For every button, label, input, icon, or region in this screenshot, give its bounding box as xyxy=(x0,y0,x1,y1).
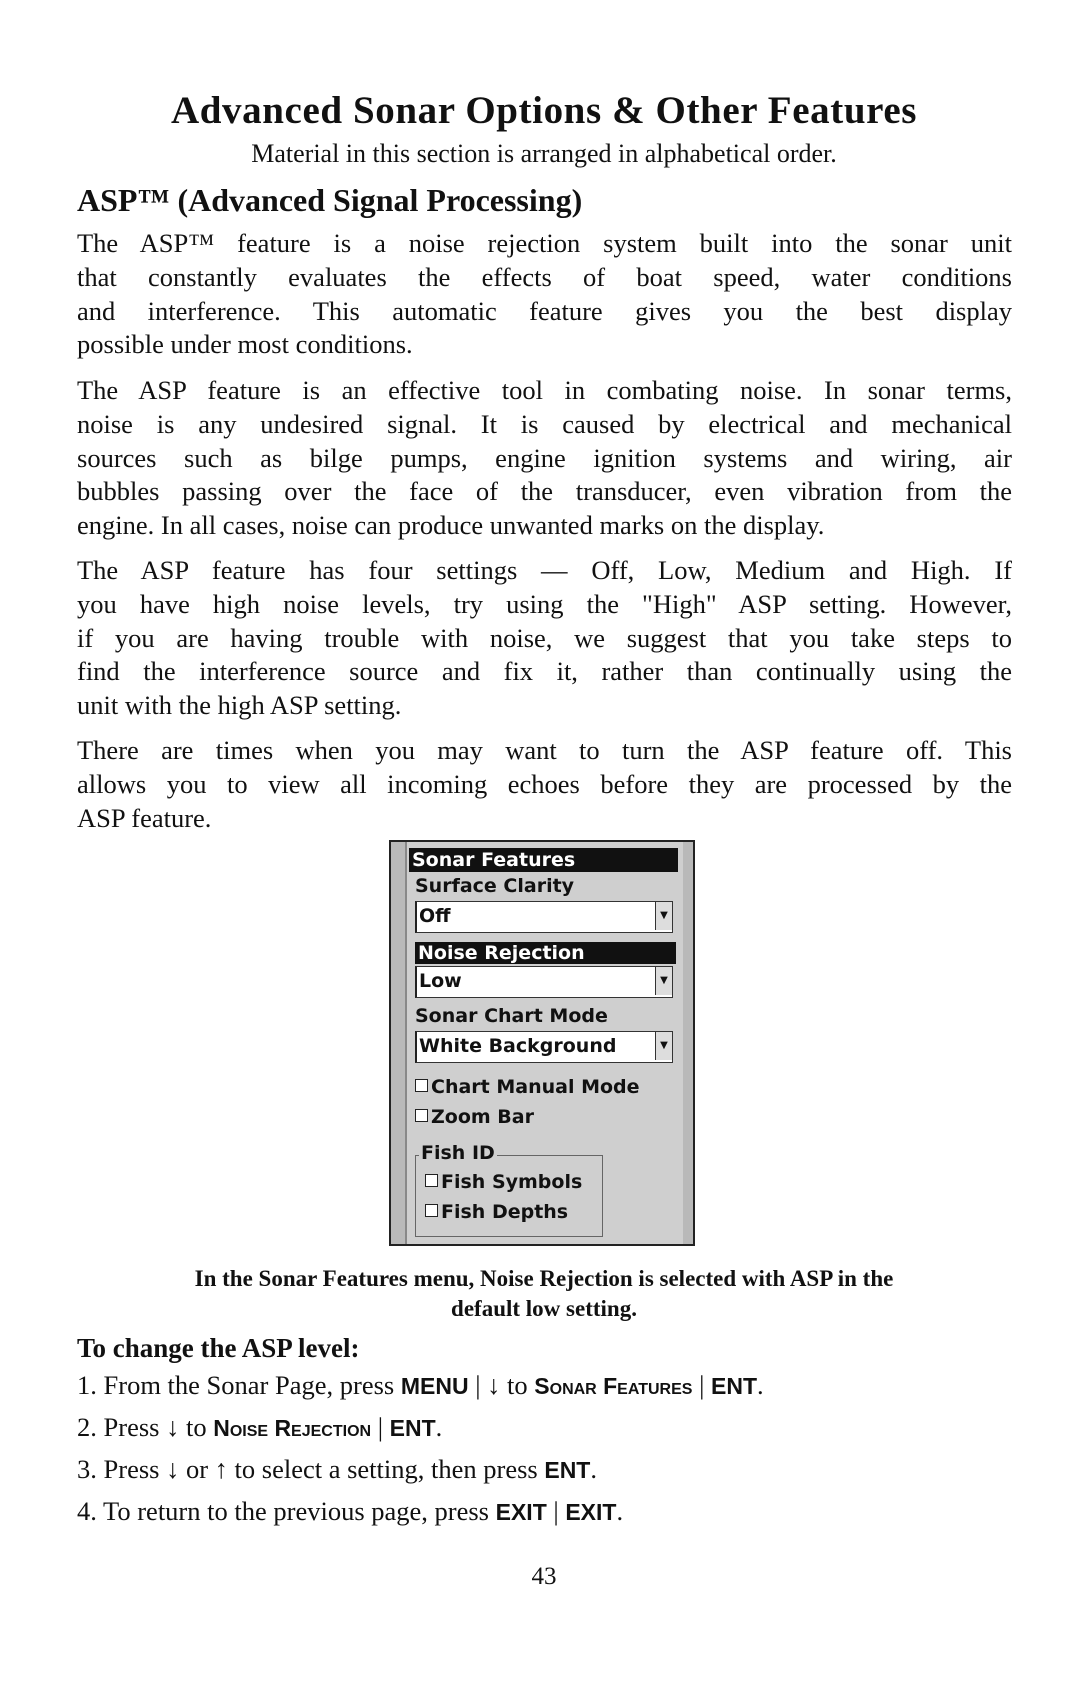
key-exit: EXIT xyxy=(565,1499,617,1525)
text-line: There are times when you may want to tur… xyxy=(77,735,1012,765)
steps-heading: To change the ASP level: xyxy=(77,1333,360,1363)
key-menu: MENU xyxy=(400,1373,469,1399)
menu-title-bar: Sonar Features xyxy=(409,848,678,872)
zoom-bar-checkbox[interactable]: Zoom Bar xyxy=(415,1106,534,1128)
chart-mode-dropdown[interactable]: White Background ▼ xyxy=(415,1031,673,1063)
text-line: noise is any undesired signal. It is cau… xyxy=(77,408,1012,439)
step-text: to select a setting, then press xyxy=(227,1454,545,1484)
paragraph-4: There are times when you may want to tur… xyxy=(77,734,1012,835)
checkbox-icon xyxy=(425,1204,438,1217)
key-ent: ENT xyxy=(389,1415,436,1441)
checkbox-icon xyxy=(425,1174,438,1187)
checkbox-icon xyxy=(415,1109,428,1122)
chart-mode-label: Sonar Chart Mode xyxy=(415,1005,608,1027)
up-arrow-icon: ↑ xyxy=(214,1454,228,1484)
text-line: if you are having trouble with noise, we… xyxy=(77,622,1012,653)
step-text: 3. Press xyxy=(77,1454,167,1484)
step-text: . xyxy=(590,1454,597,1484)
page-subtitle: Material in this section is arranged in … xyxy=(251,139,837,168)
step-text: 1. From the Sonar Page, press xyxy=(77,1370,401,1400)
checkbox-label: Fish Depths xyxy=(441,1201,569,1223)
step-text: to xyxy=(179,1412,214,1442)
key-ent: ENT xyxy=(711,1373,757,1399)
text-line: sources such as bilge pumps, engine igni… xyxy=(77,442,1012,473)
text-line: allows you to view all incoming echoes b… xyxy=(77,768,1012,799)
text-line: that constantly evaluates the effects of… xyxy=(77,261,1012,292)
dropdown-value: Off xyxy=(419,905,451,927)
step-text: or xyxy=(179,1454,215,1484)
step-4: 4. To return to the previous page, press… xyxy=(77,1496,623,1527)
caption-line: In the Sonar Features menu, Noise Reject… xyxy=(194,1266,894,1291)
step-text: 2. Press xyxy=(77,1412,167,1442)
text-line: and interference. This automatic feature… xyxy=(77,295,1012,326)
text-line: engine. In all cases, noise can produce … xyxy=(77,510,825,541)
chevron-down-icon: ▼ xyxy=(655,902,672,930)
fish-symbols-checkbox[interactable]: Fish Symbols xyxy=(425,1171,582,1193)
separator: | xyxy=(371,1412,390,1442)
menu-panel: Sonar Features Surface Clarity Off ▼ Noi… xyxy=(405,842,683,1244)
menu-sonar-features: Sonar Features xyxy=(534,1373,693,1399)
separator: | xyxy=(468,1370,488,1400)
checkbox-label: Zoom Bar xyxy=(431,1106,534,1128)
paragraph-3: The ASP feature has four settings — Off,… xyxy=(77,554,1012,723)
text-line: The ASP feature has four settings — Off,… xyxy=(77,555,1012,585)
down-arrow-icon: ↓ xyxy=(487,1370,501,1400)
step-2: 2. Press ↓ to Noise Rejection | ENT. xyxy=(77,1412,442,1443)
text-line: you have high noise levels, try using th… xyxy=(77,588,1012,619)
fish-id-group xyxy=(415,1155,603,1237)
text-line: ASP feature. xyxy=(77,802,212,833)
noise-rejection-dropdown[interactable]: Low ▼ xyxy=(415,966,673,998)
dropdown-value: Low xyxy=(419,970,462,992)
chevron-down-icon: ▼ xyxy=(655,967,672,995)
key-exit: EXIT xyxy=(495,1499,547,1525)
page-title: Advanced Sonar Options & Other Features xyxy=(170,89,918,132)
noise-rejection-label-selected: Noise Rejection xyxy=(415,942,676,964)
menu-noise-rejection: Noise Rejection xyxy=(213,1415,372,1441)
paragraph-2: The ASP feature is an effective tool in … xyxy=(77,374,1012,543)
dropdown-value: White Background xyxy=(419,1035,617,1057)
checkbox-label: Chart Manual Mode xyxy=(431,1076,640,1098)
separator: | xyxy=(692,1370,711,1400)
text-line: possible under most conditions. xyxy=(77,329,413,360)
section-heading: ASP™ (Advanced Signal Processing) xyxy=(77,182,583,218)
step-1: 1. From the Sonar Page, press MENU | ↓ t… xyxy=(77,1370,764,1401)
checkbox-icon xyxy=(415,1079,428,1092)
down-arrow-icon: ↓ xyxy=(166,1454,180,1484)
step-text: to xyxy=(500,1370,535,1400)
step-text: 4. To return to the previous page, press xyxy=(77,1496,496,1526)
text-line: find the interference source and fix it,… xyxy=(77,656,1012,687)
separator: | xyxy=(546,1496,566,1526)
text-line: bubbles passing over the face of the tra… xyxy=(77,476,1012,507)
caption-line: default low setting. xyxy=(451,1296,637,1321)
chart-manual-mode-checkbox[interactable]: Chart Manual Mode xyxy=(415,1076,640,1098)
step-3: 3. Press ↓ or ↑ to select a setting, the… xyxy=(77,1454,597,1485)
step-text: . xyxy=(616,1496,624,1526)
text-line: The ASP™ feature is a noise rejection sy… xyxy=(77,228,1012,258)
step-text: . xyxy=(757,1370,764,1400)
figure-caption: In the Sonar Features menu, Noise Reject… xyxy=(70,1264,1018,1324)
surface-clarity-dropdown[interactable]: Off ▼ xyxy=(415,901,673,933)
fish-id-label: Fish ID xyxy=(419,1142,497,1164)
down-arrow-icon: ↓ xyxy=(166,1412,180,1442)
surface-clarity-label: Surface Clarity xyxy=(415,875,575,897)
key-ent: ENT xyxy=(544,1457,591,1483)
checkbox-label: Fish Symbols xyxy=(441,1171,583,1193)
step-text: . xyxy=(435,1412,443,1442)
text-line: unit with the high ASP setting. xyxy=(77,690,402,721)
sonar-features-screenshot: Sonar Features Surface Clarity Off ▼ Noi… xyxy=(389,840,695,1246)
page-number: 43 xyxy=(531,1563,557,1590)
paragraph-1: The ASP™ feature is a noise rejection sy… xyxy=(77,227,1012,362)
fish-depths-checkbox[interactable]: Fish Depths xyxy=(425,1201,568,1223)
chevron-down-icon: ▼ xyxy=(655,1032,672,1060)
text-line: The ASP feature is an effective tool in … xyxy=(77,375,1012,405)
